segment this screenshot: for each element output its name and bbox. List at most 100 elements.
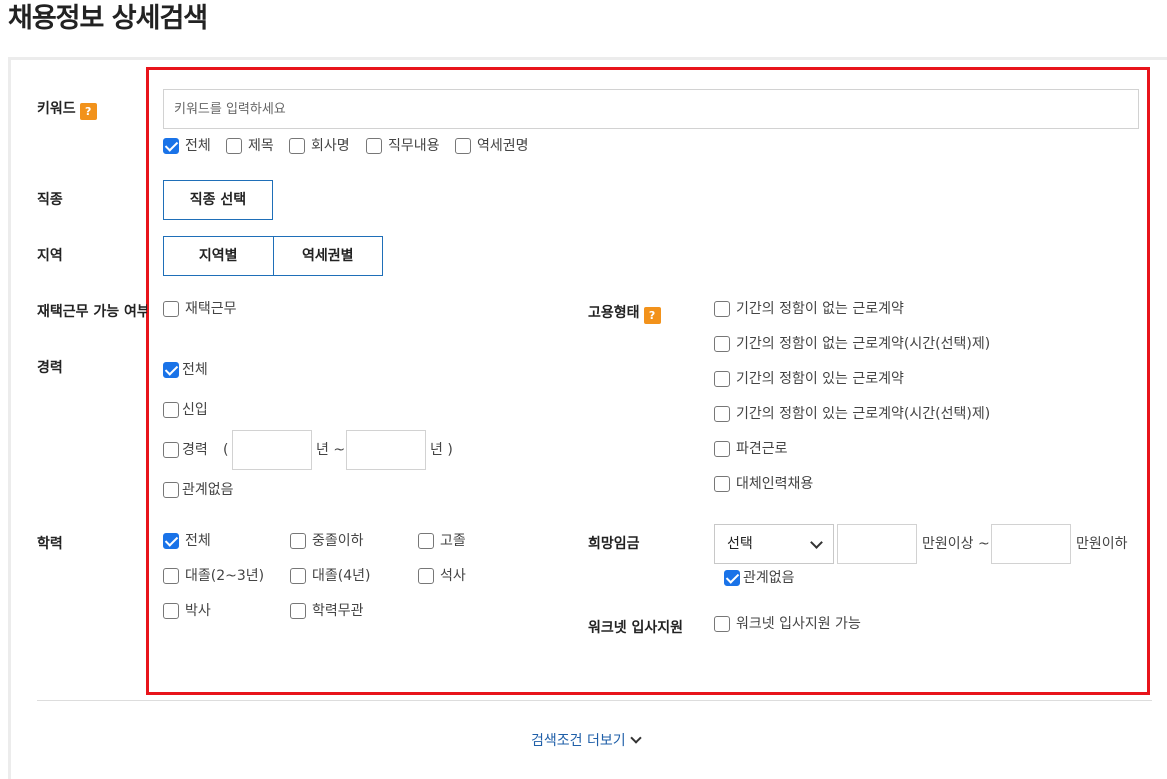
checkbox-label: 파견근로 [736, 441, 788, 457]
divider [37, 700, 1152, 701]
checkbox-label: 역세권명 [477, 138, 529, 154]
checkbox-icon [290, 533, 306, 549]
worknet-label: 워크넷 입사지원 [588, 620, 684, 636]
checkbox-checked-icon [163, 138, 179, 154]
checkbox-label: 대체인력채용 [736, 476, 814, 492]
edu-doctor-checkbox[interactable]: 박사 [163, 602, 211, 620]
career-year-to-unit: 년 ) [430, 442, 453, 458]
career-experienced-checkbox[interactable]: 경력 [163, 441, 208, 459]
checkbox-icon [714, 301, 730, 317]
checkbox-label: 대졸(4년) [312, 568, 371, 584]
career-year-from-unit: 년 ~ [316, 442, 346, 458]
employment-option-3[interactable]: 기간의 정함이 있는 근로계약 [714, 370, 904, 388]
edu-college-checkbox[interactable]: 대졸(2~3년) [163, 567, 264, 585]
region-by-area-button[interactable]: 지역별 [164, 237, 273, 275]
salary-min-unit: 만원이상 ~ [922, 536, 990, 552]
scope-title-checkbox[interactable]: 제목 [226, 137, 274, 155]
edu-master-checkbox[interactable]: 석사 [418, 567, 466, 585]
employment-option-5[interactable]: 파견근로 [714, 440, 788, 458]
keyword-input[interactable] [163, 89, 1139, 129]
checkbox-icon [290, 568, 306, 584]
checkbox-label: 박사 [185, 603, 211, 619]
checkbox-icon [455, 138, 471, 154]
page-title: 채용정보 상세검색 [8, 3, 208, 34]
education-label: 학력 [37, 536, 63, 552]
salary-min-input[interactable] [837, 524, 917, 564]
checkbox-label: 워크넷 입사지원 가능 [736, 616, 861, 632]
salary-max-input[interactable] [991, 524, 1071, 564]
scope-company-checkbox[interactable]: 회사명 [289, 137, 350, 155]
checkbox-icon [163, 568, 179, 584]
job-type-select-button[interactable]: 직종 선택 [163, 180, 273, 220]
checkbox-label: 고졸 [440, 533, 466, 549]
chevron-down-icon [810, 536, 823, 549]
job-type-label: 직종 [37, 192, 63, 208]
scope-station-checkbox[interactable]: 역세권명 [455, 137, 529, 155]
checkbox-label: 관계없음 [743, 570, 795, 586]
checkbox-checked-icon [163, 533, 179, 549]
checkbox-icon [418, 568, 434, 584]
checkbox-label: 회사명 [311, 138, 350, 154]
checkbox-label: 대졸(2~3년) [185, 568, 265, 584]
checkbox-icon [163, 603, 179, 619]
career-year-to-input[interactable] [346, 430, 426, 470]
more-conditions-link[interactable]: 검색조건 더보기 [531, 730, 642, 750]
career-open-paren: ( [223, 442, 229, 458]
edu-any-checkbox[interactable]: 학력무관 [290, 602, 364, 620]
career-all-checkbox[interactable]: 전체 [163, 361, 208, 379]
help-icon[interactable]: ? [79, 103, 97, 120]
checkbox-icon [714, 476, 730, 492]
checkbox-icon [714, 441, 730, 457]
scope-all-checkbox[interactable]: 전체 [163, 137, 211, 155]
employment-option-1[interactable]: 기간의 정함이 없는 근로계약 [714, 300, 904, 318]
region-label: 지역 [37, 248, 63, 264]
region-by-station-button[interactable]: 역세권별 [272, 237, 382, 275]
checkbox-icon [714, 371, 730, 387]
checkbox-label: 경력 [182, 442, 208, 458]
region-button-group: 지역별 역세권별 [163, 236, 383, 276]
scope-duty-checkbox[interactable]: 직무내용 [366, 137, 440, 155]
checkbox-label: 재택근무 [185, 301, 237, 317]
employment-label-text: 고용형태 [588, 305, 640, 321]
keyword-label-text: 키워드 [37, 101, 76, 117]
checkbox-label: 전체 [185, 533, 211, 549]
worknet-apply-checkbox[interactable]: 워크넷 입사지원 가능 [714, 615, 861, 633]
checkbox-label: 전체 [185, 138, 211, 154]
checkbox-icon [418, 533, 434, 549]
salary-any-checkbox[interactable]: 관계없음 [724, 569, 795, 587]
employment-option-4[interactable]: 기간의 정함이 있는 근로계약(시간(선택)제) [714, 405, 990, 423]
edu-all-checkbox[interactable]: 전체 [163, 532, 211, 550]
checkbox-label: 관계없음 [182, 482, 234, 498]
checkbox-label: 제목 [248, 138, 274, 154]
career-newcomer-checkbox[interactable]: 신입 [163, 401, 208, 419]
checkbox-checked-icon [724, 570, 740, 586]
edu-middle-checkbox[interactable]: 중졸이하 [290, 532, 364, 550]
checkbox-icon [226, 138, 242, 154]
career-year-from-input[interactable] [232, 430, 312, 470]
checkbox-icon [366, 138, 382, 154]
employment-label: 고용형태? [588, 304, 661, 324]
remote-label: 재택근무 가능 여부 [37, 304, 147, 320]
checkbox-label: 기간의 정함이 없는 근로계약(시간(선택)제) [736, 336, 991, 352]
help-icon[interactable]: ? [643, 307, 661, 324]
remote-checkbox[interactable]: 재택근무 [163, 300, 237, 318]
more-conditions-text: 검색조건 더보기 [531, 733, 626, 749]
employment-option-2[interactable]: 기간의 정함이 없는 근로계약(시간(선택)제) [714, 335, 990, 353]
checkbox-icon [163, 301, 179, 317]
highlight-outline [146, 67, 1150, 695]
checkbox-label: 전체 [182, 362, 208, 378]
salary-select-value: 선택 [727, 536, 753, 552]
edu-university-checkbox[interactable]: 대졸(4년) [290, 567, 370, 585]
checkbox-label: 기간의 정함이 없는 근로계약 [736, 301, 904, 317]
checkbox-label: 직무내용 [388, 138, 440, 154]
checkbox-label: 학력무관 [312, 603, 364, 619]
checkbox-icon [714, 336, 730, 352]
checkbox-label: 중졸이하 [312, 533, 364, 549]
edu-high-checkbox[interactable]: 고졸 [418, 532, 466, 550]
career-any-checkbox[interactable]: 관계없음 [163, 481, 234, 499]
employment-option-6[interactable]: 대체인력채용 [714, 475, 813, 493]
salary-type-select[interactable]: 선택 [714, 524, 834, 564]
career-label: 경력 [37, 360, 63, 376]
chevron-down-icon [629, 731, 642, 744]
checkbox-icon [714, 406, 730, 422]
